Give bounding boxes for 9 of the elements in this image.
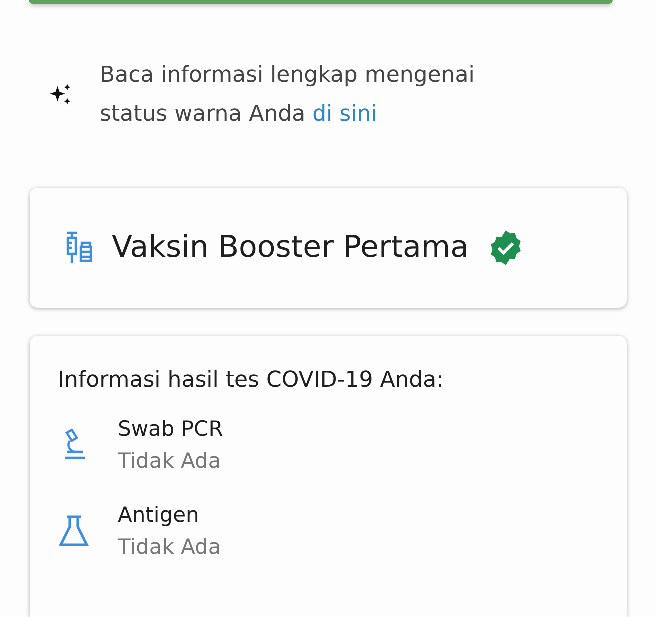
flask-icon [58,514,90,548]
info-text: Baca informasi lengkap mengenai status warna Anda di sini [100,62,476,129]
info-link[interactable]: di sini [312,102,378,127]
test-name: Swab PCR [118,416,224,443]
test-results-heading: Informasi hasil tes COVID-19 Anda: [58,368,446,393]
test-result: Tidak Ada [118,448,222,475]
test-name: Antigen [118,502,200,529]
test-result: Tidak Ada [118,534,222,561]
vaccine-title: Vaksin Booster Pertama [112,230,470,266]
